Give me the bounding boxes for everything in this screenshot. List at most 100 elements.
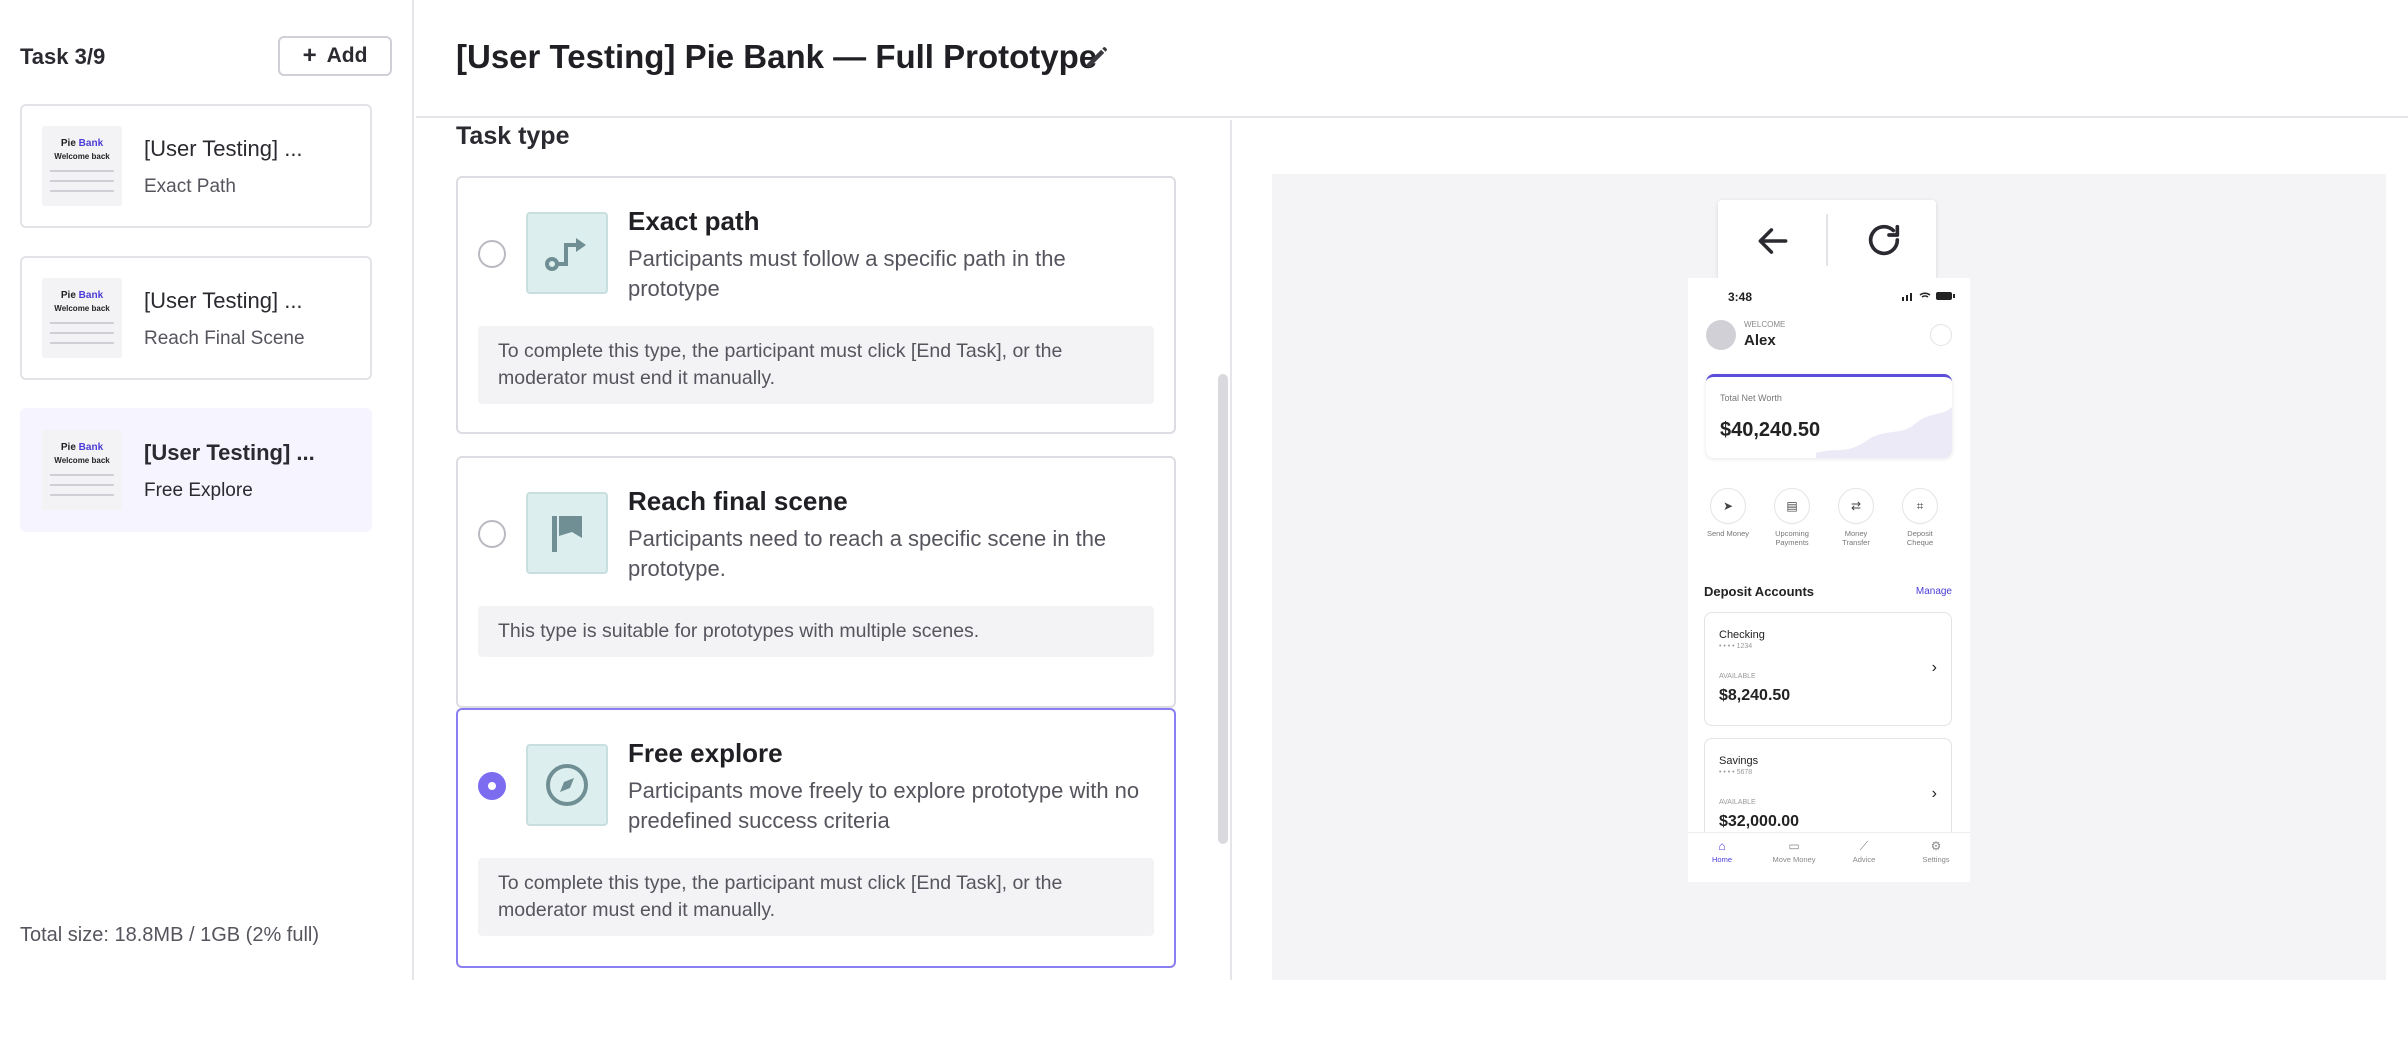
thumb-logo-a: Pie [60, 442, 76, 453]
back-arrow-icon[interactable] [1754, 222, 1792, 260]
task-card-reach-final-scene[interactable]: Pie Bank Welcome back [User Testing] ...… [20, 256, 372, 380]
sidebar-header: Task 3/9 + Add [20, 36, 392, 76]
scan-icon: ⌗ [1902, 488, 1938, 524]
chevron-right-icon: › [1931, 659, 1937, 676]
task-subtitle: Exact Path [144, 176, 236, 197]
thumb-welcome: Welcome back [54, 304, 110, 313]
task-thumbnail: Pie Bank Welcome back [42, 126, 122, 206]
panel-scrollbar[interactable] [1218, 374, 1228, 844]
task-thumbnail: Pie Bank Welcome back [42, 430, 122, 510]
manage-link[interactable]: Manage [1916, 586, 1952, 597]
task-thumbnail: Pie Bank Welcome back [42, 278, 122, 358]
radio-reach-final-scene[interactable] [478, 520, 506, 548]
option-note: This type is suitable for prototypes wit… [478, 606, 1154, 657]
tab-move-money[interactable]: ▭ Move Money [1764, 839, 1824, 864]
phone-screen[interactable]: 3:48 WELCOME Alex Total Net Worth $40,24… [1688, 278, 1970, 882]
pencil-icon[interactable] [1082, 42, 1112, 72]
add-button-label: Add [326, 44, 368, 67]
task-sidebar: Task 3/9 + Add Pie Bank Welcome back [Us… [0, 0, 414, 980]
available-label: AVAILABLE [1719, 799, 1756, 806]
thumb-line [50, 494, 114, 496]
option-free-explore[interactable]: Free explore Participants move freely to… [456, 708, 1176, 968]
option-note: To complete this type, the participant m… [478, 858, 1154, 936]
thumb-logo-a: Pie [60, 138, 76, 149]
reload-icon[interactable] [1864, 220, 1904, 260]
action-label: Send Money [1706, 529, 1750, 538]
flag-icon-svg [552, 516, 582, 552]
action-upcoming-payments[interactable]: ▤ Upcoming Payments [1766, 488, 1818, 547]
action-money-transfer[interactable]: ⇄ Money Transfer [1830, 488, 1882, 547]
path-icon-svg [545, 238, 586, 271]
thumb-line [50, 474, 114, 476]
welcome-label: WELCOME [1744, 320, 1786, 329]
deposit-accounts-title: Deposit Accounts [1704, 584, 1815, 599]
account-name: Savings [1719, 755, 1759, 767]
thumb-line [50, 190, 114, 192]
account-name: Checking [1719, 629, 1765, 641]
task-title: [User Testing] ... [144, 288, 303, 313]
task-title: [User Testing] ... [144, 136, 303, 161]
account-number: • • • • 5678 [1719, 769, 1753, 776]
flag-icon [526, 492, 608, 574]
thumb-line [50, 322, 114, 324]
option-title: Exact path [628, 206, 760, 236]
action-deposit-cheque[interactable]: ⌗ Deposit Cheque [1894, 488, 1946, 547]
avatar[interactable] [1706, 320, 1736, 350]
net-worth-label: Total Net Worth [1720, 393, 1782, 403]
gear-icon: ⚙ [1930, 839, 1942, 853]
add-task-button[interactable]: + Add [278, 36, 392, 76]
task-card-free-explore[interactable]: Pie Bank Welcome back [User Testing] ...… [20, 408, 372, 532]
task-type-panel: Task type Exact path Participants must f… [416, 120, 1232, 980]
status-icons [1902, 292, 1955, 301]
thumb-logo-b: Bank [78, 138, 104, 149]
prototype-preview: 3:48 WELCOME Alex Total Net Worth $40,24… [1272, 174, 2386, 980]
nav-divider [1826, 214, 1828, 266]
path-icon [526, 212, 608, 294]
tab-settings[interactable]: ⚙ Settings [1906, 839, 1966, 864]
thumb-line [50, 332, 114, 334]
tab-advice[interactable]: ⟋ Advice [1834, 839, 1894, 864]
transfer-icon: ⇄ [1838, 488, 1874, 524]
preview-nav-bar [1718, 200, 1936, 280]
thumb-welcome: Welcome back [54, 456, 110, 465]
account-card-checking[interactable]: Checking • • • • 1234 AVAILABLE $8,240.5… [1704, 612, 1952, 726]
radio-exact-path[interactable] [478, 240, 506, 268]
thumb-line [50, 342, 114, 344]
task-card-exact-path[interactable]: Pie Bank Welcome back [User Testing] ...… [20, 104, 372, 228]
thumb-welcome: Welcome back [54, 152, 110, 161]
option-description: Participants need to reach a specific sc… [628, 526, 1107, 581]
thumb-logo-b: Bank [78, 442, 104, 453]
action-send-money[interactable]: ➤ Send Money [1702, 488, 1754, 538]
plus-icon: + [302, 42, 317, 69]
money-icon: ▭ [1788, 839, 1800, 853]
tab-home[interactable]: ⌂ Home [1692, 839, 1752, 864]
thumb-logo-a: Pie [60, 290, 76, 301]
task-subtitle: Free Explore [144, 480, 253, 501]
option-description: Participants move freely to explore prot… [628, 778, 1140, 833]
page-header: [User Testing] Pie Bank — Full Prototype [416, 0, 2408, 118]
option-title: Reach final scene [628, 486, 848, 516]
radio-free-explore[interactable] [478, 772, 506, 800]
page-title: [User Testing] Pie Bank — Full Prototype [456, 38, 1098, 75]
option-description: Participants must follow a specific path… [628, 246, 1066, 301]
net-worth-card[interactable]: Total Net Worth $40,240.50 [1706, 374, 1952, 458]
user-name: Alex [1744, 332, 1776, 349]
task-count: Task 3/9 [20, 44, 106, 69]
action-label: Money Transfer [1842, 529, 1870, 547]
account-balance: $8,240.50 [1719, 687, 1791, 704]
tab-label: Advice [1852, 855, 1876, 864]
action-label: Deposit Cheque [1906, 529, 1934, 547]
option-exact-path[interactable]: Exact path Participants must follow a sp… [456, 176, 1176, 434]
chevron-right-icon: › [1931, 785, 1937, 802]
home-icon: ⌂ [1718, 839, 1726, 853]
task-title: [User Testing] ... [144, 440, 315, 465]
option-reach-final-scene[interactable]: Reach final scene Participants need to r… [456, 456, 1176, 708]
tab-label: Settings [1922, 855, 1950, 864]
bell-icon[interactable] [1930, 324, 1952, 346]
compass-icon [526, 744, 608, 826]
thumb-line [50, 170, 114, 172]
action-label: Upcoming Payments [1775, 529, 1809, 547]
compass-icon-svg [546, 764, 588, 806]
option-note: To complete this type, the participant m… [478, 326, 1154, 404]
tab-label: Home [1711, 855, 1732, 864]
